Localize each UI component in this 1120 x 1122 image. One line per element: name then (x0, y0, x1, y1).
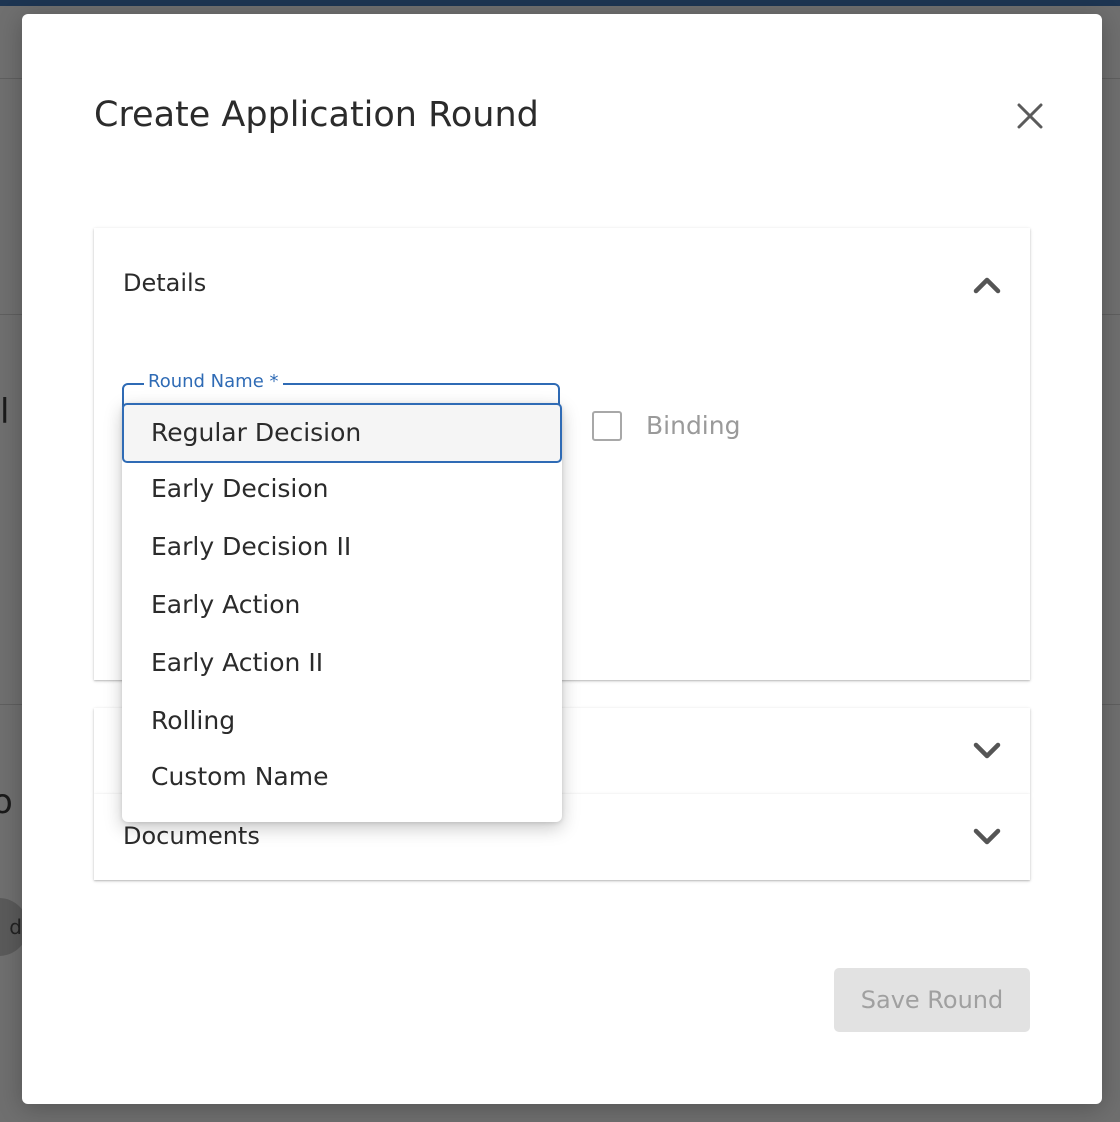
chevron-down-icon (973, 742, 1001, 759)
round-option[interactable]: Early Action (122, 577, 562, 633)
details-panel-header[interactable]: Details (94, 228, 1030, 338)
round-option[interactable]: Early Decision II (122, 519, 562, 575)
binding-checkbox-label: Binding (646, 411, 741, 440)
backdrop-text-fragment: l (0, 392, 10, 432)
round-option[interactable]: Custom Name (122, 749, 562, 805)
round-name-label: Round Name * (144, 372, 283, 392)
binding-checkbox[interactable]: Binding (592, 410, 762, 446)
round-option[interactable]: Early Action II (122, 635, 562, 691)
save-round-button[interactable]: Save Round (834, 968, 1030, 1032)
round-option[interactable]: Early Decision (122, 461, 562, 517)
details-panel-label: Details (123, 269, 207, 297)
round-name-dropdown: Regular Decision Early Decision Early De… (122, 403, 562, 822)
backdrop-chip-text: d (9, 915, 22, 939)
backdrop-text-fragment: o (0, 782, 13, 822)
round-option[interactable]: Regular Decision (122, 403, 562, 463)
documents-panel-label: Documents (123, 822, 260, 850)
close-icon[interactable] (1010, 96, 1050, 136)
backdrop-top-bar (0, 0, 1120, 6)
chevron-down-icon (973, 828, 1001, 845)
chevron-up-icon (973, 277, 1001, 294)
modal-title: Create Application Round (94, 95, 539, 135)
round-option[interactable]: Rolling (122, 693, 562, 749)
binding-checkbox-box[interactable] (592, 411, 622, 441)
